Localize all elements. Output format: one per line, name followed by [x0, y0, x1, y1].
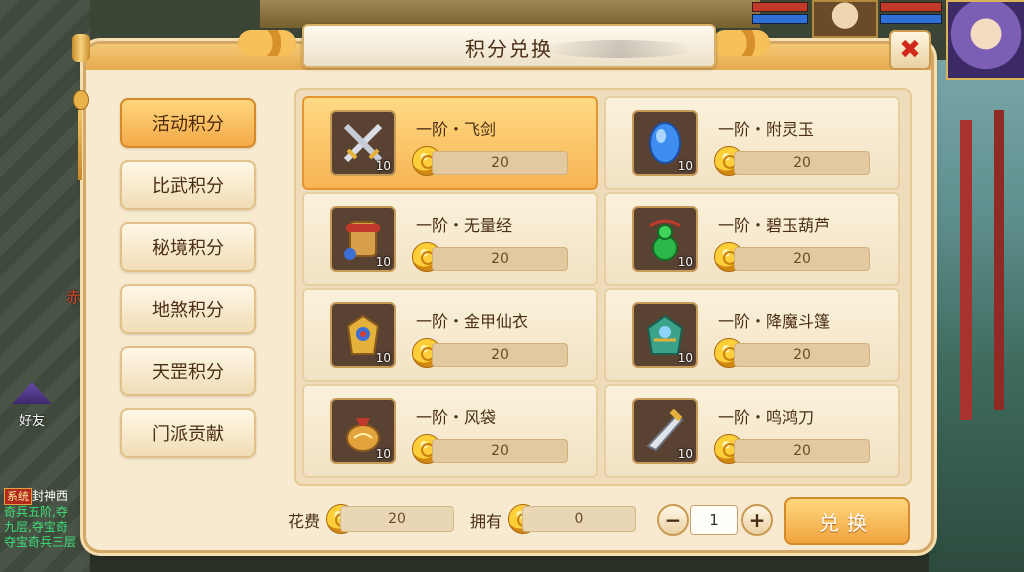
item-icon-frame: 10 [330, 206, 396, 272]
item-price: 20 [432, 343, 568, 367]
item-card[interactable]: 10 一阶・碧玉葫芦 20 [604, 192, 900, 286]
increase-quantity-button[interactable]: + [741, 504, 773, 536]
mp-bar [752, 14, 808, 24]
chat-line: 奇兵五阶,夺 [4, 505, 68, 519]
item-icon-frame: 10 [330, 398, 396, 464]
item-quantity: 10 [677, 159, 693, 173]
item-quantity: 10 [375, 159, 391, 173]
close-button[interactable]: ✖ [889, 30, 931, 70]
tab-activity-points[interactable]: 活动积分 [120, 98, 256, 148]
friend-hat-icon [12, 382, 52, 404]
item-icon-frame: 10 [632, 206, 698, 272]
system-tag: 系统 [4, 488, 32, 505]
item-price: 20 [432, 151, 568, 175]
chat-box[interactable]: 系统 封神西 奇兵五阶,夺 九层,夺宝奇 夺宝奇兵三层 [4, 488, 96, 550]
item-card[interactable]: 10 一阶・鸣鸿刀 20 [604, 384, 900, 478]
item-name: 一阶・金甲仙衣 [416, 312, 529, 331]
tassel-knot [73, 90, 89, 110]
item-price: 20 [734, 343, 870, 367]
item-name: 一阶・降魔斗篷 [718, 312, 831, 331]
chat-line: 封神西 [32, 489, 69, 503]
item-name: 一阶・附灵玉 [718, 120, 815, 139]
cloud-ornament-left [238, 30, 296, 56]
tassel-ornament [73, 90, 89, 190]
item-name: 一阶・鸣鸿刀 [718, 408, 815, 427]
quantity-input[interactable]: 1 [690, 505, 738, 535]
friends-button[interactable]: 好友 [8, 382, 56, 432]
tab-duel-points[interactable]: 比武积分 [120, 160, 256, 210]
item-price: 20 [734, 439, 870, 463]
item-price: 20 [432, 247, 568, 271]
item-card[interactable]: 10 一阶・附灵玉 20 [604, 96, 900, 190]
item-name: 一阶・飞剑 [416, 120, 497, 139]
item-icon-frame: 10 [632, 110, 698, 176]
item-card[interactable]: 10 一阶・风袋 20 [302, 384, 598, 478]
tab-secret-realm-points[interactable]: 秘境积分 [120, 222, 256, 272]
item-icon-frame: 10 [632, 398, 698, 464]
player-avatar[interactable] [946, 0, 1024, 80]
item-quantity: 10 [375, 447, 391, 461]
item-grid: 10 一阶・飞剑 20 10 一阶・附灵玉 20 10 一阶・无量经 20 10… [294, 88, 912, 486]
title-plate: 积分兑换 [302, 24, 716, 68]
item-icon-frame: 10 [632, 302, 698, 368]
item-quantity: 10 [677, 351, 693, 365]
chat-line: 夺宝奇兵三层 [4, 535, 77, 549]
item-card[interactable]: 10 一阶・金甲仙衣 20 [302, 288, 598, 382]
hp-bar [880, 2, 942, 12]
category-tabs: 活动积分 比武积分 秘境积分 地煞积分 天罡积分 门派贡献 [110, 90, 270, 480]
item-icon-frame: 10 [330, 302, 396, 368]
friends-label: 好友 [18, 414, 45, 429]
item-quantity: 10 [677, 447, 693, 461]
cost-value: 20 [340, 506, 454, 532]
item-price: 20 [432, 439, 568, 463]
tab-tiangang-points[interactable]: 天罡积分 [120, 346, 256, 396]
item-quantity: 10 [375, 351, 391, 365]
decrease-quantity-button[interactable]: − [657, 504, 689, 536]
item-card[interactable]: 10 一阶・降魔斗篷 20 [604, 288, 900, 382]
item-quantity: 10 [375, 255, 391, 269]
player-bars [880, 0, 942, 24]
party-avatar[interactable] [812, 0, 878, 38]
tassel-string [78, 110, 82, 180]
item-name: 一阶・无量经 [416, 216, 513, 235]
hp-bar [752, 2, 808, 12]
item-price: 20 [734, 247, 870, 271]
npc-name-fragment: 赤 [66, 288, 82, 306]
item-icon-frame: 10 [330, 110, 396, 176]
red-pillar [960, 120, 972, 420]
party-member-bars [752, 0, 808, 24]
item-name: 一阶・风袋 [416, 408, 497, 427]
item-quantity: 10 [677, 255, 693, 269]
page-title: 积分兑换 [465, 37, 553, 61]
chat-line: 九层,夺宝奇 [4, 520, 68, 534]
mp-bar [880, 14, 942, 24]
right-pavilion [929, 60, 1024, 572]
owned-value: 0 [522, 506, 636, 532]
cost-label: 花费 [288, 512, 321, 531]
item-card[interactable]: 10 一阶・飞剑 20 [302, 96, 598, 190]
cloud-ornament-right [712, 30, 770, 56]
tab-disha-points[interactable]: 地煞积分 [120, 284, 256, 334]
tab-sect-contribution[interactable]: 门派贡献 [120, 408, 256, 458]
item-price: 20 [734, 151, 870, 175]
red-pillar [994, 110, 1004, 410]
exchange-button[interactable]: 兑换 [784, 497, 910, 545]
item-card[interactable]: 10 一阶・无量经 20 [302, 192, 598, 286]
owned-label: 拥有 [470, 512, 503, 531]
item-name: 一阶・碧玉葫芦 [718, 216, 831, 235]
close-icon: ✖ [899, 35, 921, 65]
scroll-rod-ornament [72, 34, 90, 62]
